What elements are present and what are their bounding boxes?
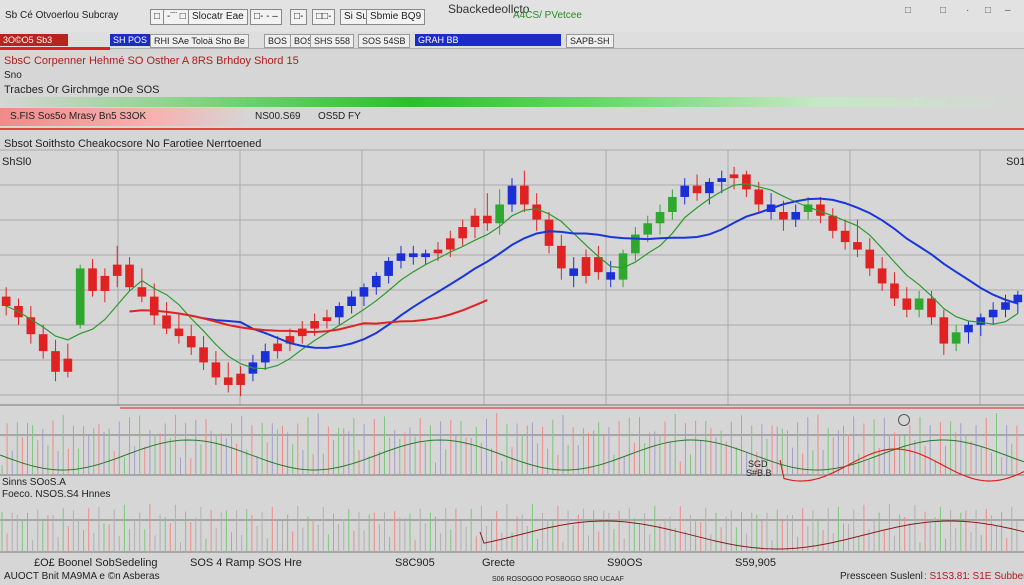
candle-body	[1, 296, 11, 306]
candle-body	[1001, 302, 1010, 310]
candle-body	[100, 275, 110, 291]
candle-body	[754, 189, 764, 205]
bottom-label-6: S06 ROSOGOO POSBOGO SRO UCAAF	[492, 576, 624, 583]
candle-body	[890, 283, 899, 299]
candle-body	[359, 287, 369, 297]
candle-body	[840, 230, 850, 243]
candle-body	[149, 296, 159, 316]
candle-body	[63, 358, 73, 372]
indicator-label-d: S#B.B	[746, 468, 772, 478]
candle-body	[742, 174, 751, 190]
candle-body	[557, 245, 566, 269]
candle-body	[939, 317, 949, 344]
candle-body	[51, 351, 60, 372]
bottom-label-1: SOS 4 Ramp SOS Hre	[190, 557, 302, 569]
candle-body	[927, 298, 936, 318]
candle-body	[520, 185, 529, 205]
candle-body	[680, 185, 690, 197]
bottom-right-a: Pressceen Suslenl	[840, 571, 923, 582]
candle-body	[384, 260, 393, 276]
candle-body	[174, 328, 184, 337]
bottom-label-2: S8C905	[395, 557, 435, 569]
candle-body	[445, 238, 455, 250]
candle-body	[125, 264, 134, 288]
candle-body	[865, 249, 875, 269]
candle-body	[260, 351, 270, 363]
candle-body	[347, 296, 356, 306]
candle-body	[791, 212, 801, 220]
candle-body	[643, 223, 653, 235]
crosshair-marker[interactable]	[898, 414, 910, 426]
candle-body	[914, 298, 924, 310]
candle-body	[495, 204, 504, 224]
candle-body	[211, 362, 221, 378]
candle-body	[532, 204, 541, 220]
candle-body	[273, 343, 282, 352]
candle-body	[988, 309, 998, 318]
candle-body	[951, 332, 961, 344]
moving-average-red	[129, 299, 488, 334]
candle-body	[88, 268, 97, 291]
candle-body	[199, 347, 208, 363]
bottom-right-b: : S1S3.81	[924, 571, 968, 582]
candle-body	[371, 275, 381, 288]
candle-body	[433, 249, 443, 254]
oscillator-line-red	[779, 448, 1024, 482]
candle-body	[976, 317, 986, 325]
candle-body	[729, 174, 739, 179]
indicator-label-a: Sinns SOoS.A	[2, 477, 66, 488]
bottom-left-1: £O£ Boonel SobSedeling	[34, 557, 158, 569]
candle-body	[581, 257, 591, 276]
candle-body	[705, 181, 714, 194]
price-chart[interactable]	[0, 0, 1024, 585]
candle-body	[668, 196, 677, 212]
candle-body	[779, 212, 788, 220]
candle-body	[828, 215, 838, 231]
candle-body	[421, 253, 430, 258]
bottom-label-4: S90OS	[607, 557, 643, 569]
candle-body	[310, 321, 319, 329]
bottom-left-2: AUOCT Bnit MA9MA e ©n Asberas	[4, 571, 160, 582]
candle-body	[717, 178, 727, 182]
candle-body	[631, 234, 640, 254]
candle-body	[186, 336, 196, 348]
candle-body	[692, 185, 702, 194]
candle-body	[483, 215, 492, 224]
candle-body	[75, 268, 85, 325]
bottom-label-3: Grecte	[482, 557, 516, 569]
candle-body	[236, 373, 245, 385]
candle-body	[606, 272, 616, 280]
candle-body	[322, 317, 332, 322]
candle-body	[1013, 294, 1023, 303]
candle-body	[507, 185, 517, 205]
candle-body	[902, 298, 912, 310]
candle-body	[470, 215, 480, 228]
candle-body	[655, 212, 665, 224]
candle-body	[569, 268, 579, 276]
candle-body	[408, 253, 418, 258]
bottom-label-5: S59,905	[735, 557, 776, 569]
candle-body	[38, 334, 48, 352]
candle-body	[458, 227, 467, 239]
candle-body	[877, 268, 887, 284]
candle-body	[137, 287, 147, 297]
candle-body	[334, 306, 344, 318]
bottom-right-c: : S1E Subbero	[967, 571, 1024, 582]
candle-body	[853, 242, 862, 250]
candle-body	[223, 377, 233, 385]
candle-body	[112, 264, 122, 276]
candle-body	[396, 253, 406, 261]
candle-body	[964, 324, 973, 333]
candle-body	[162, 315, 171, 329]
indicator-label-b: Foeco. NSOS.S4 Hnnes	[2, 489, 111, 500]
